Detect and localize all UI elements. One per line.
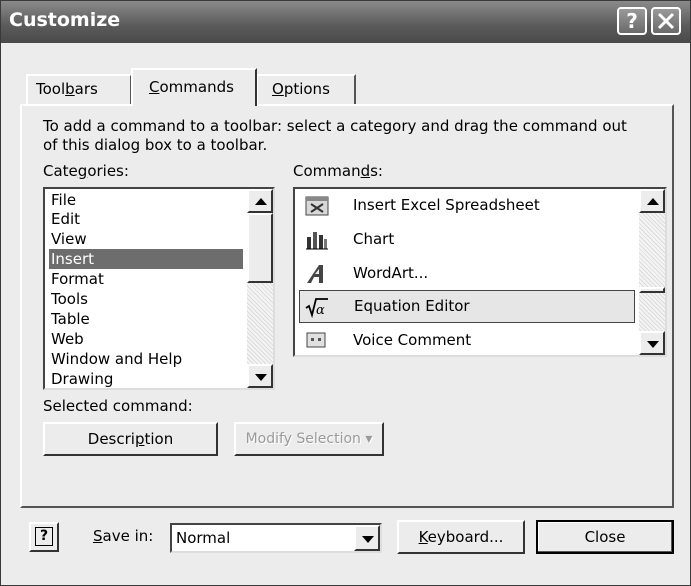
command-item-chart[interactable]: Chart [299,223,635,256]
list-item[interactable]: View [49,229,243,249]
save-in-dropdown[interactable]: Normal [170,523,382,553]
commands-scrollbar[interactable] [639,189,665,355]
commands-label: Commands: [293,162,383,180]
chart-icon [306,232,328,250]
save-in-value: Normal [176,529,231,547]
keyboard-button[interactable]: Keyboard... [397,520,525,554]
list-item[interactable]: Table [49,309,243,329]
list-item[interactable]: Web [49,329,243,349]
list-item[interactable]: Format [49,269,243,289]
categories-listbox[interactable]: File Edit View Insert Format Tools Table… [43,187,275,390]
list-item[interactable]: Tools [49,289,243,309]
dialog-title: Customize [9,9,121,31]
command-item-voice-comment[interactable]: Voice Comment [299,324,635,357]
voice-comment-icon [306,332,326,348]
scroll-down-button[interactable] [639,331,665,355]
wordart-icon [307,265,323,283]
tab-options[interactable]: Options [256,74,356,104]
svg-text:α: α [316,303,325,318]
save-in-dropdown-button[interactable] [354,525,380,551]
help-button[interactable]: ? [29,522,59,552]
command-item-wordart[interactable]: WordArt... [299,257,635,290]
scroll-up-button[interactable] [639,189,665,213]
excel-spreadsheet-icon [305,196,329,216]
dropdown-arrow-icon: ▾ [365,431,373,447]
title-close-button[interactable] [651,7,681,35]
title-help-button[interactable]: ? [617,7,647,35]
arrow-down-icon [255,374,267,381]
commands-listbox[interactable]: Insert Excel Spreadsheet Chart WordArt..… [293,187,667,357]
arrow-down-icon [362,536,374,543]
scroll-thumb[interactable] [639,287,665,293]
close-icon [657,12,675,30]
list-item[interactable]: Window and Help [49,349,243,369]
save-in-label: Save in: [93,527,154,545]
scroll-up-button[interactable] [247,189,273,213]
modify-selection-button[interactable]: Modify Selection ▾ [234,422,384,456]
arrow-up-icon [255,198,267,205]
tab-commands[interactable]: Commands [131,68,257,106]
scroll-thumb[interactable] [247,213,273,283]
list-item[interactable]: File [49,190,243,210]
categories-scrollbar[interactable] [247,189,273,388]
instructions-text: To add a command to a toolbar: select a … [43,117,627,154]
list-item[interactable]: Drawing [49,369,243,389]
categories-label: Categories: [43,162,129,180]
arrow-down-icon [647,341,659,348]
description-button[interactable]: Description [43,422,218,456]
scroll-down-button[interactable] [247,364,273,388]
tab-toolbars[interactable]: Toolbars [26,74,132,104]
equation-editor-icon: α [305,298,328,318]
title-bar: Customize ? [1,1,690,43]
help-icon: ? [35,527,53,546]
list-item-selected[interactable]: Insert [49,249,243,269]
arrow-up-icon [647,198,659,205]
selected-command-label: Selected command: [43,397,193,415]
close-button[interactable]: Close [536,520,674,554]
command-item-equation-editor[interactable]: α Equation Editor [299,290,635,323]
list-item[interactable]: Edit [49,209,243,229]
command-item-insert-excel[interactable]: Insert Excel Spreadsheet [299,189,635,222]
